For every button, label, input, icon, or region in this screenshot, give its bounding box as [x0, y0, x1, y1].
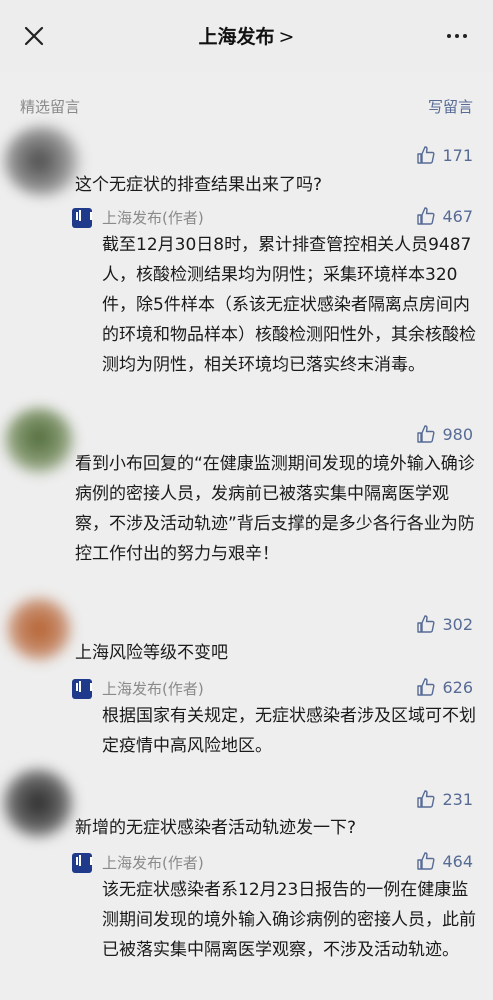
- like-count: 980: [442, 424, 473, 444]
- thumbs-up-icon: [417, 678, 435, 696]
- like-button[interactable]: 231: [416, 789, 473, 809]
- reply-author: 上海发布(作者): [102, 209, 204, 227]
- author-logo-icon: [72, 678, 92, 699]
- section-label: 精选留言: [20, 98, 81, 116]
- author-reply-header: 上海发布(作者): [72, 678, 204, 699]
- thumbs-up-icon: [417, 425, 435, 443]
- dot-icon: [447, 34, 451, 38]
- author-reply-header: 上海发布(作者): [72, 207, 204, 228]
- comment-text: 这个无症状的排查结果出来了吗?: [75, 175, 323, 195]
- like-button[interactable]: 467: [416, 206, 473, 226]
- author-reply-header: 上海发布(作者): [72, 852, 204, 873]
- thumbs-up-icon: [417, 852, 435, 870]
- like-count: 464: [442, 851, 473, 871]
- reply-text: 截至12月30日8时，累计排查管控相关人员9487人，核酸检测结果均为阴性；采集…: [102, 235, 476, 375]
- like-count: 231: [442, 789, 473, 809]
- commenter-avatar: [4, 408, 74, 474]
- reply-author: 上海发布(作者): [102, 680, 204, 698]
- account-title[interactable]: 上海发布 >: [0, 22, 493, 49]
- commenter-avatar: [6, 597, 72, 661]
- more-options-button[interactable]: [445, 22, 479, 50]
- commenter-avatar: [4, 126, 82, 196]
- comment-text: 新增的无症状感染者活动轨迹发一下?: [75, 818, 357, 838]
- dot-icon: [455, 34, 459, 38]
- account-name: 上海发布: [198, 26, 275, 48]
- thumbs-up-icon: [417, 790, 435, 808]
- like-button[interactable]: 171: [416, 145, 473, 165]
- reply-text: 根据国家有关规定，无症状感染者涉及区域可不划定疫情中高风险地区。: [102, 706, 476, 756]
- thumbs-up-icon: [417, 146, 435, 164]
- thumbs-up-icon: [417, 615, 435, 633]
- comment-text: 看到小布回复的“在健康监测期间发现的境外输入确诊病例的密接人员，发病前已被落实集…: [75, 454, 475, 564]
- commenter-avatar: [2, 768, 74, 838]
- thumbs-up-icon: [417, 207, 435, 225]
- like-count: 302: [442, 614, 473, 634]
- dot-icon: [463, 34, 467, 38]
- author-logo-icon: [72, 207, 92, 228]
- reply-author: 上海发布(作者): [102, 854, 204, 872]
- author-logo-icon: [72, 852, 92, 873]
- like-count: 467: [442, 206, 473, 226]
- like-button[interactable]: 980: [416, 424, 473, 444]
- like-count: 626: [442, 677, 473, 697]
- like-button[interactable]: 302: [416, 614, 473, 634]
- write-comment-link[interactable]: 写留言: [428, 96, 473, 117]
- like-count: 171: [442, 145, 473, 165]
- like-button[interactable]: 626: [416, 677, 473, 697]
- comment-text: 上海风险等级不变吧: [75, 643, 228, 663]
- like-button[interactable]: 464: [416, 851, 473, 871]
- reply-text: 该无症状感染者系12月23日报告的一例在健康监测期间发现的境外输入确诊病例的密接…: [102, 880, 476, 960]
- chevron-right-icon: >: [278, 26, 295, 48]
- top-bar: 上海发布 >: [0, 0, 493, 72]
